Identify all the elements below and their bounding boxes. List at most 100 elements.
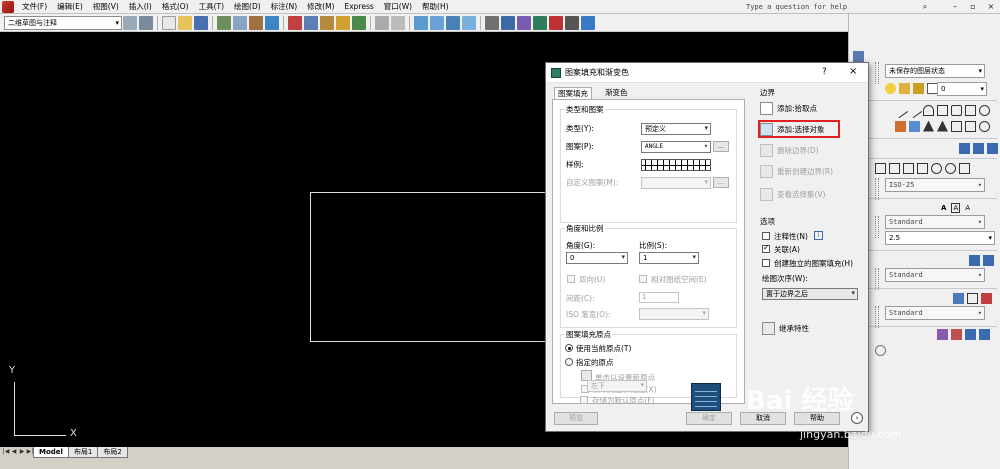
layer-state-select[interactable]: 未保存的图层状态 bbox=[885, 64, 985, 78]
zoom-realtime-icon[interactable] bbox=[430, 15, 444, 30]
line-icon[interactable] bbox=[892, 102, 909, 118]
info-icon[interactable]: i bbox=[814, 231, 823, 240]
lock-icon[interactable] bbox=[913, 82, 924, 94]
custom-pattern-browse-button[interactable]: ... bbox=[713, 177, 729, 188]
calculator-icon[interactable] bbox=[565, 15, 579, 30]
menu-edit[interactable]: 编辑(E) bbox=[52, 1, 88, 12]
table-icon[interactable] bbox=[951, 120, 962, 132]
layers-icon[interactable] bbox=[853, 50, 864, 62]
menu-window[interactable]: 窗口(W) bbox=[379, 1, 417, 12]
panel-grip[interactable] bbox=[875, 306, 879, 328]
menu-modify[interactable]: 修改(M) bbox=[302, 1, 339, 12]
block-editor-icon[interactable] bbox=[352, 15, 366, 30]
save-icon[interactable] bbox=[194, 15, 208, 30]
panel-grip[interactable] bbox=[875, 178, 879, 200]
locate-icon[interactable] bbox=[987, 142, 998, 154]
plot-icon[interactable] bbox=[217, 15, 231, 30]
restore-icon[interactable]: ▫ bbox=[966, 1, 980, 13]
custom-pattern-select[interactable] bbox=[641, 177, 711, 189]
multiline-text-icon[interactable]: A bbox=[941, 204, 946, 212]
view-selections-button[interactable]: 查看选择集(V) bbox=[760, 187, 825, 201]
autocad-logo-icon[interactable] bbox=[2, 0, 14, 13]
check-spelling-icon[interactable]: A bbox=[965, 204, 970, 212]
rectangle-icon[interactable] bbox=[965, 104, 976, 116]
paste-icon[interactable] bbox=[320, 15, 334, 30]
pan-icon[interactable] bbox=[414, 15, 428, 30]
markup-icon[interactable] bbox=[549, 15, 563, 30]
insert-table-icon[interactable] bbox=[953, 292, 964, 304]
relative-paper-checkbox[interactable] bbox=[639, 275, 647, 283]
independent-hatch-checkbox[interactable] bbox=[762, 259, 770, 267]
inherit-properties-button[interactable]: 继承特性 bbox=[762, 321, 809, 335]
recreate-boundary-button[interactable]: 重新创建边界(R) bbox=[760, 164, 833, 178]
tab-layout1[interactable]: 布局1 bbox=[67, 447, 99, 458]
cut-icon[interactable] bbox=[288, 15, 302, 30]
gradient-icon[interactable] bbox=[909, 120, 920, 132]
menu-view[interactable]: 视图(V) bbox=[88, 1, 124, 12]
arc-icon[interactable] bbox=[923, 104, 934, 116]
menu-help[interactable]: 帮助(H) bbox=[417, 1, 454, 12]
redo-icon[interactable] bbox=[391, 15, 405, 30]
table-grid-icon[interactable] bbox=[967, 292, 978, 304]
tab-gradient[interactable]: 渐变色 bbox=[602, 87, 631, 99]
next-tab-icon[interactable]: ▶ bbox=[18, 447, 26, 457]
lightbulb-icon[interactable] bbox=[885, 82, 896, 94]
area-icon[interactable] bbox=[973, 142, 984, 154]
circle-icon[interactable] bbox=[979, 104, 990, 116]
dim-aligned-icon[interactable] bbox=[889, 162, 900, 174]
origin-position-select[interactable]: 左下 bbox=[587, 380, 647, 392]
add-leader-icon[interactable] bbox=[983, 254, 994, 266]
sun-icon[interactable] bbox=[899, 82, 910, 94]
revcloud-icon[interactable] bbox=[979, 120, 990, 132]
help-icon[interactable]: ? bbox=[822, 67, 827, 77]
tool-palettes-icon[interactable] bbox=[517, 15, 531, 30]
match-properties-icon[interactable] bbox=[336, 15, 350, 30]
dim-linear-icon[interactable] bbox=[875, 162, 886, 174]
open-file-icon[interactable] bbox=[178, 15, 192, 30]
menu-insert[interactable]: 插入(I) bbox=[124, 1, 157, 12]
spacing-input[interactable]: 1 bbox=[639, 292, 679, 303]
inquiry-icon[interactable] bbox=[951, 328, 962, 340]
help-search-input[interactable]: Type a question for help bbox=[744, 1, 904, 13]
drawn-rectangle[interactable] bbox=[310, 192, 555, 342]
search-icon[interactable]: ⌕ bbox=[918, 1, 932, 13]
expand-panel-icon[interactable] bbox=[875, 344, 886, 356]
use-current-origin-radio[interactable] bbox=[565, 344, 573, 352]
dim-radius-icon[interactable] bbox=[931, 162, 942, 174]
workspace-select[interactable]: 二维草图与注释 bbox=[4, 15, 122, 30]
boundary-icon[interactable] bbox=[937, 120, 948, 132]
quick-select-icon[interactable] bbox=[965, 328, 976, 340]
tab-layout2[interactable]: 布局2 bbox=[97, 447, 128, 458]
menu-express[interactable]: Express bbox=[339, 2, 378, 11]
draw-order-select[interactable]: 置于边界之后 bbox=[762, 288, 858, 300]
tab-model[interactable]: Model bbox=[33, 447, 69, 458]
region-icon[interactable] bbox=[923, 120, 934, 132]
associative-checkbox[interactable] bbox=[762, 243, 770, 253]
double-checkbox[interactable] bbox=[567, 275, 575, 283]
remove-boundaries-button[interactable]: 删除边界(D) bbox=[760, 143, 819, 157]
ok-button[interactable]: 确定 bbox=[686, 412, 732, 425]
zoom-previous-icon[interactable] bbox=[462, 15, 476, 30]
tab-hatch[interactable]: 图案填充 bbox=[554, 87, 592, 99]
preview-button[interactable]: 预览 bbox=[554, 412, 598, 425]
text-style-select[interactable]: Standard bbox=[885, 215, 985, 229]
new-file-icon[interactable] bbox=[162, 15, 176, 30]
panel-grip[interactable] bbox=[875, 62, 879, 84]
menu-tools[interactable]: 工具(T) bbox=[194, 1, 229, 12]
ray-icon[interactable] bbox=[906, 102, 923, 118]
properties-icon[interactable] bbox=[485, 15, 499, 30]
minimize-icon[interactable]: – bbox=[948, 1, 962, 13]
dim-arc-icon[interactable] bbox=[903, 162, 914, 174]
add-pick-points-button[interactable]: 添加:拾取点 bbox=[760, 101, 817, 115]
sheet-set-icon[interactable] bbox=[533, 15, 547, 30]
close-icon[interactable]: × bbox=[984, 1, 998, 13]
zoom-extents-icon[interactable] bbox=[979, 328, 990, 340]
panel-grip[interactable] bbox=[875, 216, 879, 238]
panel-grip[interactable] bbox=[875, 268, 879, 290]
hatch-icon[interactable] bbox=[895, 120, 906, 132]
specified-origin-radio[interactable] bbox=[565, 358, 573, 366]
polyline-icon[interactable] bbox=[937, 104, 948, 116]
close-icon[interactable]: × bbox=[849, 66, 857, 77]
design-center-icon[interactable] bbox=[501, 15, 515, 30]
distance-icon[interactable] bbox=[959, 142, 970, 154]
